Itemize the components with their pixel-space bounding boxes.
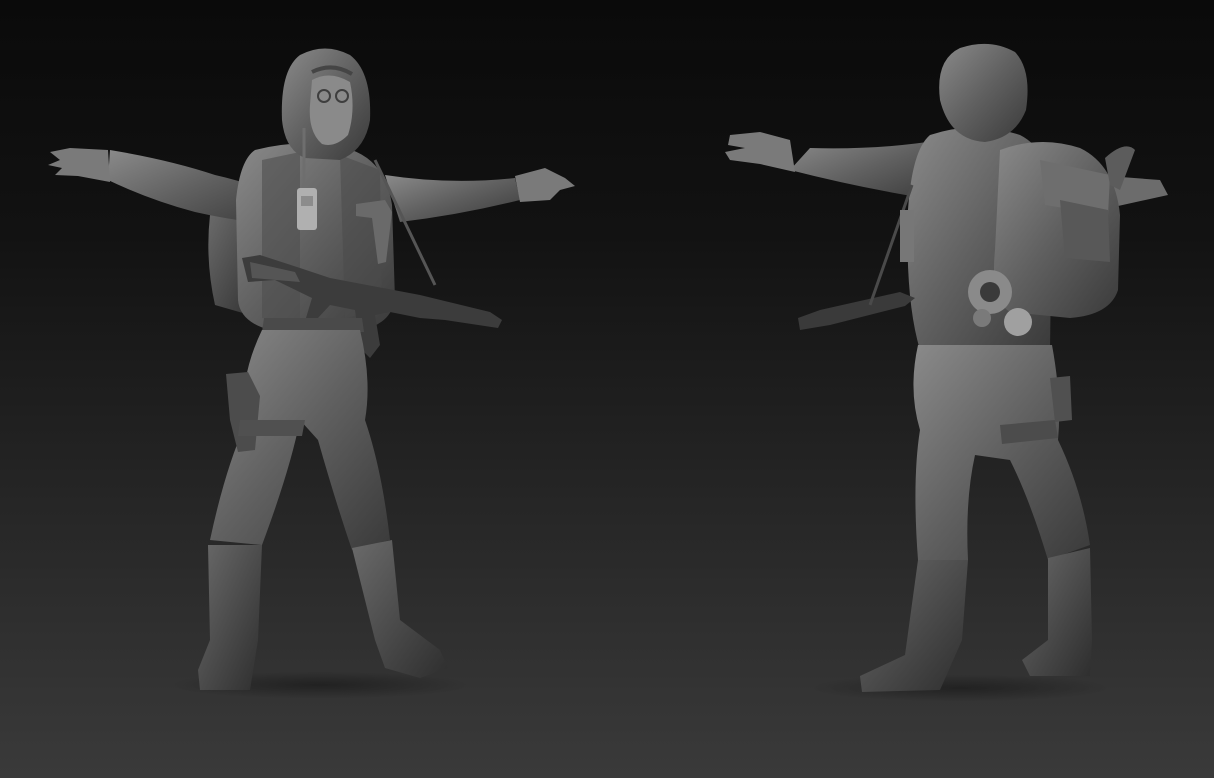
- render-canvas: [48, 43, 1168, 702]
- figure-front-view: [48, 48, 575, 699]
- figure-back-view: [725, 43, 1168, 702]
- backpack: [994, 141, 1135, 318]
- sculpt-viewport: [0, 0, 1214, 778]
